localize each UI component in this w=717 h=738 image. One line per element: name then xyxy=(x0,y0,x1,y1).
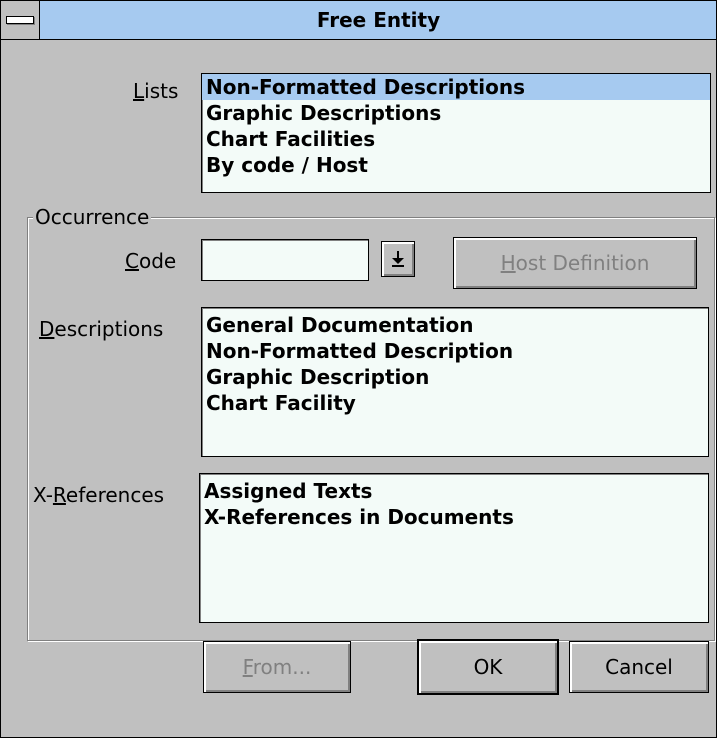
host-definition-mnemonic: H xyxy=(500,251,516,275)
list-item[interactable]: Assigned Texts xyxy=(200,478,708,504)
from-mnemonic: F xyxy=(242,655,253,679)
list-item[interactable]: Chart Facility xyxy=(202,390,708,416)
code-combobox-field[interactable] xyxy=(201,239,369,281)
list-item[interactable]: X-References in Documents xyxy=(200,504,708,530)
descriptions-listbox[interactable]: General Documentation Non-Formatted Desc… xyxy=(201,307,709,457)
list-item[interactable]: Chart Facilities xyxy=(202,126,710,152)
host-definition-label: ost Definition xyxy=(515,251,650,275)
list-item[interactable]: By code / Host xyxy=(202,152,710,178)
lists-label-mnemonic: L xyxy=(133,79,145,103)
xreferences-label-prefix: X- xyxy=(33,483,53,507)
code-label: Code xyxy=(125,249,176,273)
list-item[interactable]: General Documentation xyxy=(202,312,708,338)
xreferences-label-mnemonic: R xyxy=(52,483,66,507)
from-label: rom... xyxy=(252,655,312,679)
list-item[interactable]: Non-Formatted Descriptions xyxy=(202,74,710,100)
dialog-window: Free Entity Lists Non-Formatted Descript… xyxy=(0,0,717,738)
descriptions-label-mnemonic: D xyxy=(39,317,55,341)
cancel-button[interactable]: Cancel xyxy=(569,641,709,693)
code-label-rest: ode xyxy=(138,249,177,273)
system-menu-icon xyxy=(6,16,34,24)
ok-button[interactable]: OK xyxy=(417,639,559,695)
xreferences-label: X-References xyxy=(33,483,164,507)
list-item[interactable]: Graphic Descriptions xyxy=(202,100,710,126)
occurrence-group-label: Occurrence xyxy=(33,205,152,229)
arrow-down-icon xyxy=(392,251,404,267)
lists-label-rest: ists xyxy=(144,79,179,103)
descriptions-label: Descriptions xyxy=(39,317,163,341)
host-definition-button[interactable]: Host Definition xyxy=(453,237,697,289)
list-item[interactable]: Non-Formatted Description xyxy=(202,338,708,364)
from-button[interactable]: From... xyxy=(203,641,351,693)
system-menu-button[interactable] xyxy=(1,1,40,39)
lists-label: Lists xyxy=(133,79,178,103)
list-item[interactable]: Graphic Description xyxy=(202,364,708,390)
title-bar[interactable]: Free Entity xyxy=(1,1,716,40)
descriptions-label-rest: escriptions xyxy=(54,317,164,341)
xreferences-label-rest: eferences xyxy=(65,483,165,507)
code-label-mnemonic: C xyxy=(125,249,139,273)
code-dropdown-button[interactable] xyxy=(381,241,415,277)
lists-listbox[interactable]: Non-Formatted Descriptions Graphic Descr… xyxy=(201,73,711,193)
window-title: Free Entity xyxy=(316,8,441,32)
xreferences-listbox[interactable]: Assigned Texts X-References in Documents xyxy=(199,473,709,623)
